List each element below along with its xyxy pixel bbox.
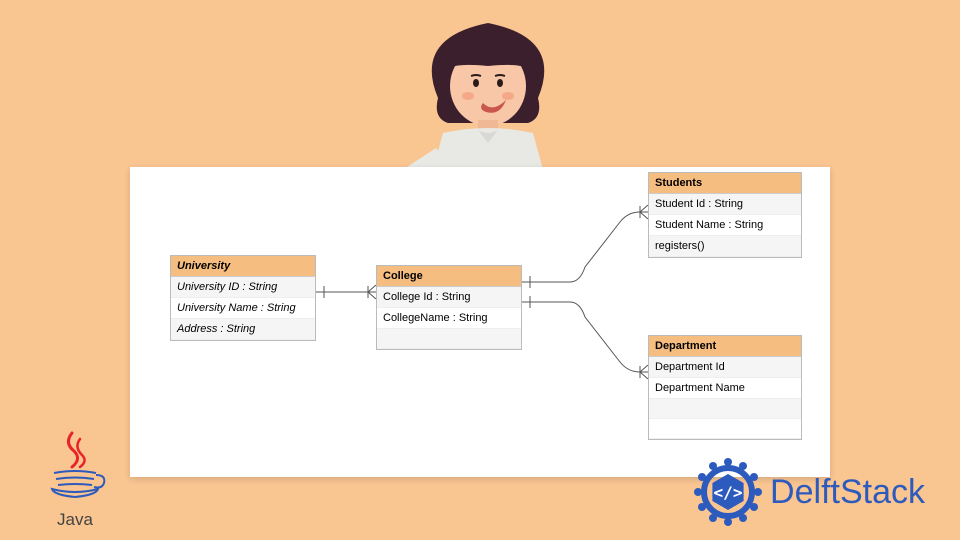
delftstack-logo: </> DelftStack (692, 456, 925, 528)
entity-attribute: University ID : String (171, 277, 315, 298)
entity-attribute: Student Id : String (649, 194, 801, 215)
entity-attribute: Department Id (649, 357, 801, 378)
entity-title: University (171, 256, 315, 277)
java-logo: Java (40, 429, 110, 530)
entity-blank-row (377, 329, 521, 349)
entity-blank-row (649, 419, 801, 439)
java-logo-text: Java (40, 510, 110, 530)
svg-text:</>: </> (714, 483, 743, 502)
entity-title: Students (649, 173, 801, 194)
delftstack-logo-text: DelftStack (770, 473, 925, 512)
entity-college: College College Id : String CollegeName … (376, 265, 522, 350)
entity-blank-row (649, 399, 801, 419)
entity-attribute: College Id : String (377, 287, 521, 308)
entity-attribute: Department Name (649, 378, 801, 399)
entity-title: Department (649, 336, 801, 357)
entity-title: College (377, 266, 521, 287)
entity-department: Department Department Id Department Name (648, 335, 802, 440)
entity-attribute: University Name : String (171, 298, 315, 319)
entity-attribute: Student Name : String (649, 215, 801, 236)
diagram-whiteboard: University University ID : String Univer… (130, 167, 830, 477)
entity-attribute: Address : String (171, 319, 315, 340)
entity-students: Students Student Id : String Student Nam… (648, 172, 802, 258)
entity-attribute: CollegeName : String (377, 308, 521, 329)
entity-method: registers() (649, 236, 801, 257)
delftstack-badge-icon: </> (692, 456, 764, 528)
entity-university: University University ID : String Univer… (170, 255, 316, 341)
